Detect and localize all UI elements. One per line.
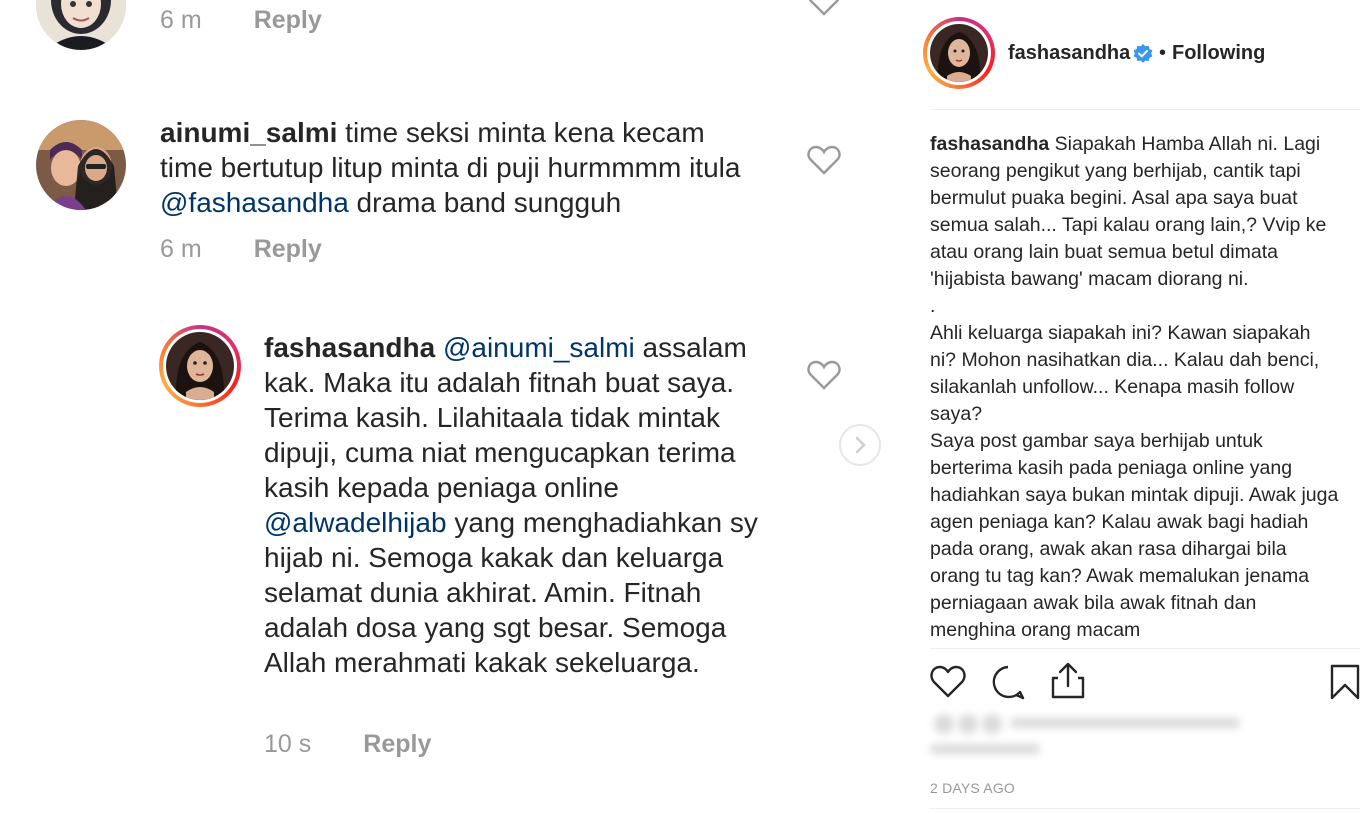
chevron-right-icon [855,436,866,454]
heart-icon[interactable] [807,360,841,390]
caption-username[interactable]: fashasandha [930,133,1049,155]
mention-link[interactable]: @ainumi_salmi [443,332,635,363]
verified-badge-icon [1133,44,1153,63]
comment-meta: 6 m Reply [160,6,322,35]
mention-link[interactable]: @alwadelhijab [264,507,447,538]
comment-time: 10 s [264,730,312,758]
comment-text: ainumi_salmi time seksi minta kena kecam… [160,115,760,220]
divider [930,808,1360,809]
comment-body: drama band sungguh [348,187,622,218]
share-icon[interactable] [1050,662,1086,700]
reply-button[interactable]: Reply [363,730,431,758]
story-ring-avatar[interactable] [923,17,995,89]
divider [930,109,1360,110]
reply-button[interactable]: Reply [254,235,322,263]
like-heart-icon[interactable] [930,665,966,699]
carousel-next-button[interactable] [839,424,881,466]
story-ring-avatar[interactable] [159,325,241,407]
comment-time: 6 m [160,235,202,263]
comment-username[interactable]: fashasandha [264,332,435,363]
mention-link[interactable]: @fashasandha [160,187,349,218]
caption-text: Saya post gambar saya berhijab untuk ber… [930,430,1339,641]
caption-text: . [930,295,936,317]
caption-text: Siapakah Hamba Allah ni. Lagi seorang pe… [930,133,1327,290]
reply-text: fashasandha @ainumi_salmi assalam kak. M… [264,330,784,680]
post-sidebar: fashasandha • Following fashasandha Siap… [900,0,1372,814]
bookmark-icon[interactable] [1330,664,1360,700]
comment-thread-image: 6 m Reply ainumi_salmi time seksi minta k… [0,0,900,814]
post-username[interactable]: fashasandha [1008,42,1130,65]
post-caption: fashasandha Siapakah Hamba Allah ni. Lag… [930,131,1340,643]
avatar[interactable] [36,0,126,50]
comment-time: 6 m [160,6,202,34]
comment-meta: 10 s Reply [264,730,431,759]
post-timestamp: 2 DAYS AGO [930,780,1015,796]
avatar[interactable] [36,120,126,210]
reply-button[interactable]: Reply [254,6,322,34]
following-button[interactable]: Following [1172,42,1265,65]
likes-summary-blurred [930,714,1240,754]
heart-icon[interactable] [807,145,841,175]
heart-icon[interactable] [807,0,841,16]
divider [930,648,1360,649]
comment-username[interactable]: ainumi_salmi [160,117,337,148]
comment-bubble-icon[interactable] [990,664,1026,700]
separator-dot: • [1159,42,1167,64]
comment-meta: 6 m Reply [160,235,322,264]
caption-text: Ahli keluarga siapakah ini? Kawan siapak… [930,322,1320,425]
